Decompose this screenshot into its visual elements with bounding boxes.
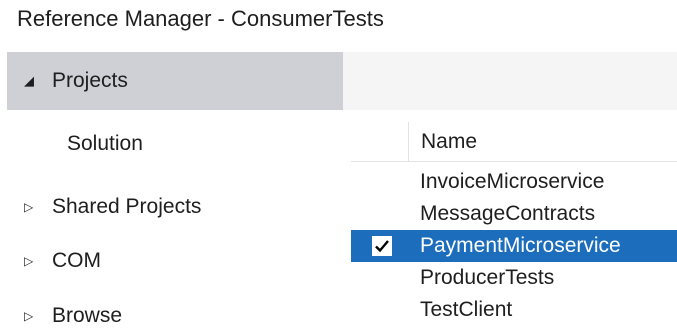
table-row[interactable]: InvoiceMicroservice [351,166,677,198]
row-name: TestClient [420,298,513,321]
table-row[interactable]: ProducerTests [351,262,677,294]
search-toolbar [343,52,677,110]
reference-grid: Name InvoiceMicroservice MessageContract… [351,122,677,330]
column-header-name[interactable]: Name [421,130,477,154]
check-cell[interactable] [351,230,408,262]
nav-item-label: Shared Projects [52,195,202,218]
nav-item-label: Browse [52,304,123,327]
window-title: Reference Manager - ConsumerTests [17,6,384,31]
triangle-down-icon: ◢ [24,73,34,88]
nav-item-solution[interactable]: Solution [7,115,343,173]
check-cell[interactable] [351,166,408,198]
triangle-right-icon: ▷ [24,200,34,214]
table-row-selected[interactable]: PaymentMicroservice [351,230,677,262]
row-name: PaymentMicroservice [420,234,621,257]
nav-item-label: COM [52,249,101,272]
nav-item-label: Solution [67,132,143,155]
nav-item-browse[interactable]: ▷ Browse [7,287,343,330]
checkbox-checked[interactable] [372,236,392,256]
grid-rows: InvoiceMicroservice MessageContracts Pay… [351,166,677,326]
table-row[interactable]: MessageContracts [351,198,677,230]
nav-item-shared-projects[interactable]: ▷ Shared Projects [7,178,343,236]
row-name: MessageContracts [420,202,596,225]
nav-item-projects[interactable]: ◢ Projects [7,52,343,110]
check-cell[interactable] [351,198,408,230]
nav-item-com[interactable]: ▷ COM [7,232,343,290]
triangle-right-icon: ▷ [24,254,34,268]
table-row[interactable]: TestClient [351,294,677,326]
column-separator[interactable] [408,122,409,162]
checkmark-icon [375,240,389,253]
check-cell[interactable] [351,262,408,294]
left-navigation: ◢ Projects Solution ▷ Shared Projects ▷ … [0,52,343,330]
row-name: InvoiceMicroservice [420,170,605,193]
row-name: ProducerTests [420,266,555,289]
triangle-right-icon: ▷ [24,309,34,323]
nav-item-label: Projects [52,69,128,92]
grid-header: Name [351,122,677,162]
check-cell[interactable] [351,294,408,326]
